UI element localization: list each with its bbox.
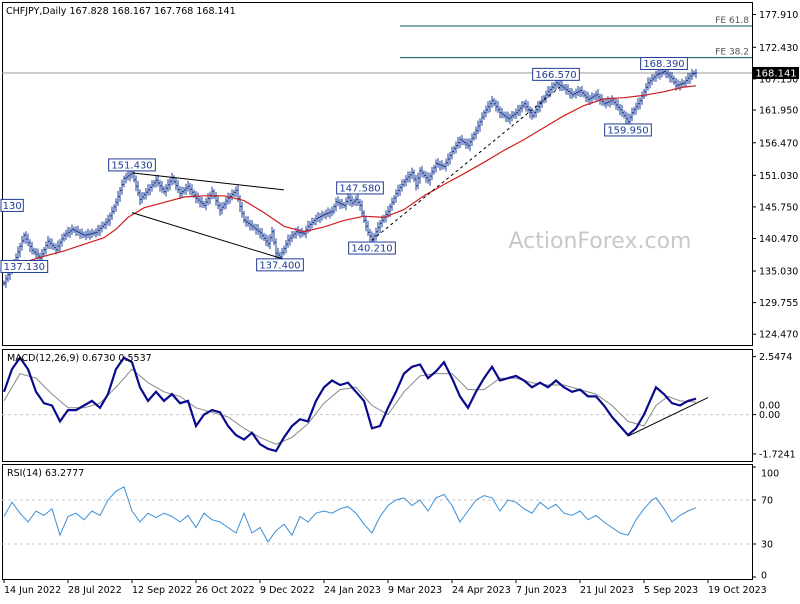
last-price-label: 168.141 bbox=[755, 68, 796, 79]
macd-axis-label: 0.00 bbox=[759, 401, 780, 412]
price-annotation-label: 130 bbox=[3, 201, 22, 212]
trendline bbox=[131, 212, 285, 260]
price-panel-frame bbox=[2, 2, 753, 346]
macd-axis-label: 0.00 bbox=[759, 410, 780, 421]
time-axis-label: 14 Jun 2022 bbox=[4, 585, 61, 596]
time-axis-label: 28 Jul 2022 bbox=[68, 585, 122, 596]
rsi-line bbox=[3, 486, 697, 543]
rsi-axis-label: 0 bbox=[761, 571, 767, 582]
rsi-title: RSI(14) 63.2777 bbox=[7, 468, 84, 479]
time-axis-label: 9 Mar 2023 bbox=[388, 585, 442, 596]
macd-trendline bbox=[627, 397, 709, 437]
macd-line bbox=[2, 355, 697, 453]
rsi-axis-label: 70 bbox=[761, 496, 773, 507]
price-annotation-label: 166.570 bbox=[535, 70, 576, 81]
macd-panel-frame bbox=[2, 349, 753, 462]
price-axis-label: 124.470 bbox=[759, 330, 798, 341]
macd-axis-label: -1.7241 bbox=[759, 449, 796, 460]
time-axis-label: 24 Jan 2023 bbox=[324, 585, 381, 596]
price-axis-label: 156.470 bbox=[759, 138, 798, 149]
time-axis-label: 26 Oct 2022 bbox=[196, 585, 255, 596]
price-axis-label: 172.430 bbox=[759, 43, 798, 54]
rsi-axis-label: 100 bbox=[761, 469, 779, 480]
price-annotation-label: 151.430 bbox=[111, 160, 152, 171]
price-axis-label: 135.030 bbox=[759, 267, 798, 278]
time-axis-label: 21 Jul 2023 bbox=[580, 585, 634, 596]
trendline bbox=[131, 172, 285, 191]
chart-header: CHFJPY,Daily 167.828 168.167 167.768 168… bbox=[6, 6, 236, 17]
price-axis-label: 145.750 bbox=[759, 202, 798, 213]
price-axis-label: 161.950 bbox=[759, 105, 798, 116]
time-axis-label: 7 Jun 2023 bbox=[516, 585, 567, 596]
watermark: ActionForex.com bbox=[509, 229, 692, 254]
time-axis-label: 5 Sep 2023 bbox=[644, 585, 698, 596]
price-axis-label: 140.470 bbox=[759, 234, 798, 245]
macd-title: MACD(12,26,9) 0.6730 0.5537 bbox=[7, 353, 152, 364]
price-axis-label: 129.755 bbox=[759, 298, 798, 309]
fib-label: FE 38.2 bbox=[715, 48, 749, 58]
macd-signal-line bbox=[3, 368, 697, 445]
price-axis-label: 151.030 bbox=[759, 171, 798, 182]
macd-axis-label: 2.5474 bbox=[759, 352, 792, 363]
trendline bbox=[371, 86, 561, 241]
time-axis-label: 24 Apr 2023 bbox=[452, 585, 511, 596]
chart-container: ActionForex.com FE 61.8 FE 38.2 151.430 14… bbox=[0, 0, 800, 600]
price-annotation-label: 168.390 bbox=[643, 59, 684, 70]
price-annotation-label: 137.400 bbox=[259, 260, 300, 271]
price-annotation-label: 159.950 bbox=[607, 125, 648, 136]
price-annotation-label: 137.130 bbox=[4, 262, 45, 273]
price-axis-label: 177.910 bbox=[759, 10, 798, 21]
time-axis-label: 19 Oct 2023 bbox=[708, 585, 767, 596]
rsi-axis-label: 30 bbox=[761, 540, 773, 551]
price-annotation-label: 147.580 bbox=[339, 183, 380, 194]
time-axis-label: 12 Sep 2022 bbox=[132, 585, 192, 596]
chart-canvas: ActionForex.com FE 61.8 FE 38.2 151.430 14… bbox=[0, 2, 799, 596]
fib-label: FE 61.8 bbox=[715, 16, 749, 26]
time-axis-label: 9 Dec 2022 bbox=[260, 585, 315, 596]
price-annotation-label: 140.210 bbox=[351, 244, 392, 255]
